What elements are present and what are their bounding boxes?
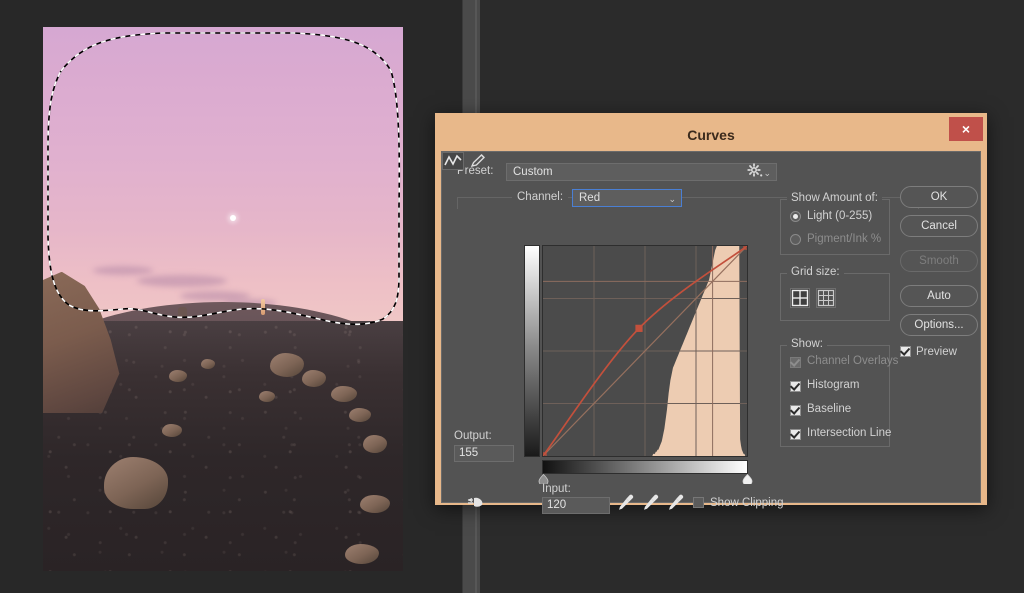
radio-light-label: Light (0-255): [807, 210, 873, 222]
curve-graph[interactable]: [542, 245, 748, 457]
preset-value: Custom: [513, 166, 553, 178]
close-icon[interactable]: ×: [949, 117, 983, 141]
grid-quarter-tones-button[interactable]: [790, 288, 810, 308]
radio-pigment[interactable]: [790, 234, 801, 245]
ok-button[interactable]: OK: [900, 186, 978, 208]
input-gradient-ramp: [542, 460, 748, 474]
eyedropper-black-icon[interactable]: [617, 493, 635, 511]
dialog-titlebar[interactable]: Curves ×: [441, 117, 983, 151]
grid-size-title: Grid size:: [787, 266, 844, 278]
grid-tenth-increments-button[interactable]: [816, 288, 836, 308]
checkbox-histogram[interactable]: [790, 381, 801, 392]
preview-label: Preview: [916, 346, 957, 358]
cloud: [136, 274, 227, 287]
checkbox-intersection-line[interactable]: [790, 429, 801, 440]
preset-select[interactable]: Custom ⌄: [506, 163, 777, 181]
input-label: Input:: [542, 483, 571, 495]
output-label: Output:: [454, 430, 492, 442]
show-clipping-label: Show Clipping: [710, 497, 784, 509]
checkbox-channel-overlays[interactable]: [790, 357, 801, 368]
dialog-title: Curves: [687, 127, 735, 143]
cairn: [178, 306, 187, 318]
gear-icon[interactable]: [747, 163, 763, 179]
output-field[interactable]: 155: [454, 445, 514, 462]
rock: [302, 369, 327, 387]
moon-glow: [230, 214, 237, 221]
input-field[interactable]: 120: [542, 497, 610, 514]
curve-tool-icon[interactable]: [442, 152, 464, 170]
label-baseline: Baseline: [807, 403, 852, 415]
channel-value: Red: [579, 192, 601, 204]
photo-image: [43, 27, 403, 571]
smooth-hand-icon[interactable]: [466, 493, 488, 511]
sky-region: [43, 27, 403, 332]
curve-graph-svg[interactable]: [543, 246, 747, 456]
checkbox-baseline[interactable]: [790, 405, 801, 416]
chevron-down-icon: ⌄: [668, 194, 676, 204]
label-intersection-line: Intersection Line: [807, 427, 892, 439]
channel-label: Channel:: [512, 191, 569, 203]
radio-pigment-label: Pigment/Ink %: [807, 233, 882, 245]
show-amount-group: [780, 199, 890, 255]
dialog-body: Preset: Custom ⌄ Channel: Red ⌄ Output: …: [441, 151, 981, 514]
document-canvas[interactable]: [0, 0, 462, 593]
options-button[interactable]: Options...: [900, 314, 978, 336]
channel-select[interactable]: Red ⌄: [572, 189, 682, 207]
label-histogram: Histogram: [807, 379, 860, 391]
show-amount-title: Show Amount of:: [787, 192, 882, 204]
eyedropper-white-icon[interactable]: [667, 493, 685, 511]
photoshop-workspace: Curves × Preset: Custom ⌄ Channel: Red ⌄…: [0, 0, 1024, 593]
rock: [349, 407, 371, 422]
curves-dialog: Curves × Preset: Custom ⌄ Channel: Red ⌄…: [435, 113, 987, 514]
chevron-down-icon: ⌄: [763, 168, 771, 178]
smooth-button[interactable]: Smooth: [900, 250, 978, 272]
output-gradient-ramp: [524, 245, 540, 457]
preset-row: Preset: Custom ⌄: [457, 163, 777, 181]
rock: [169, 369, 187, 382]
label-channel-overlays: Channel Overlays: [807, 355, 899, 367]
eyedropper-gray-icon[interactable]: [642, 493, 660, 511]
pencil-tool-icon[interactable]: [468, 152, 490, 170]
show-title: Show:: [787, 338, 827, 350]
show-clipping-checkbox[interactable]: [693, 497, 704, 508]
cancel-button[interactable]: Cancel: [900, 215, 978, 237]
rock: [104, 456, 169, 509]
auto-button[interactable]: Auto: [900, 285, 978, 307]
rock: [359, 494, 390, 513]
radio-light[interactable]: [790, 211, 801, 222]
white-point-handle[interactable]: [742, 474, 753, 484]
person-silhouette: [260, 299, 265, 315]
eyedropper-group: [617, 493, 687, 513]
preview-checkbox[interactable]: [900, 346, 911, 357]
